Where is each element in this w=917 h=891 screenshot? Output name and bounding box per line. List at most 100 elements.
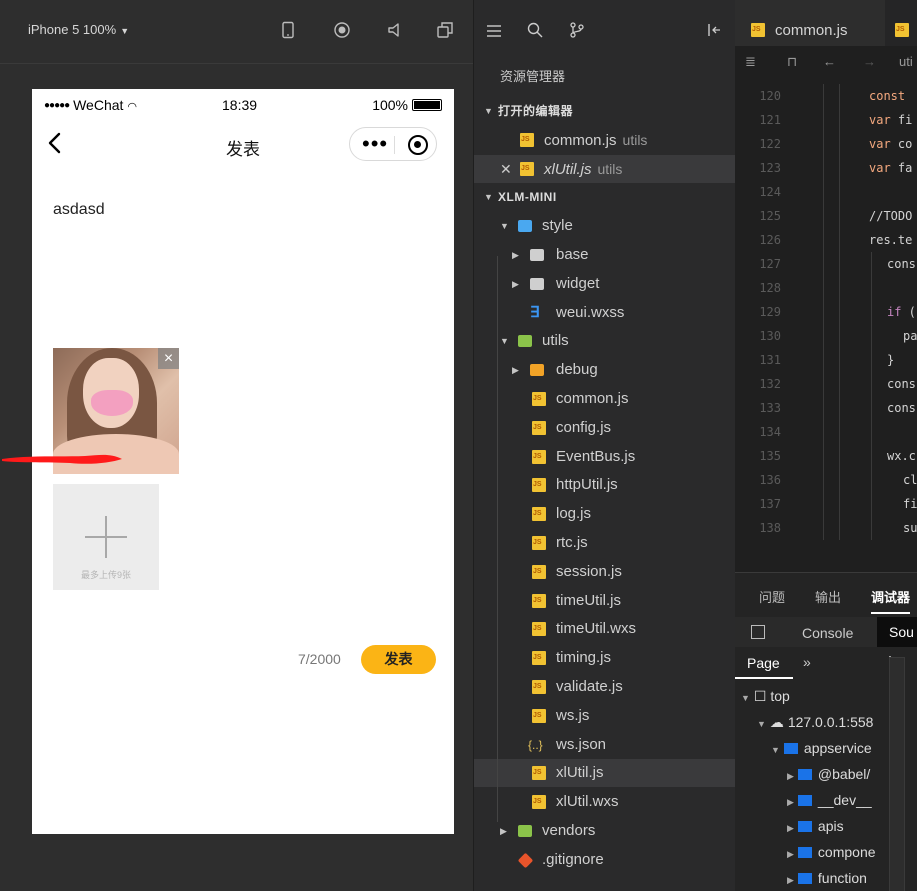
file-item[interactable]: httpUtil.js bbox=[474, 471, 736, 499]
chevron-down-icon: ▼ bbox=[120, 26, 130, 36]
code-line[interactable]: 127 cons bbox=[735, 252, 917, 276]
js-file-icon bbox=[532, 594, 546, 608]
tab-problems[interactable]: 问题 bbox=[759, 587, 785, 606]
tab-console[interactable]: Console bbox=[802, 625, 853, 641]
detach-window-icon[interactable] bbox=[435, 20, 455, 40]
file-item[interactable]: rtc.js bbox=[474, 529, 736, 557]
menu-capsule: ••• bbox=[349, 127, 437, 161]
file-item[interactable]: xlUtil.wxs bbox=[474, 788, 736, 816]
post-textarea[interactable]: asdasd bbox=[53, 201, 105, 219]
file-item[interactable]: timing.js bbox=[474, 644, 736, 672]
tree-folder[interactable]: ▶ function bbox=[787, 865, 867, 891]
list-icon[interactable] bbox=[486, 24, 502, 38]
code-line[interactable]: 134 bbox=[735, 420, 917, 444]
code-line[interactable]: 130 pa bbox=[735, 324, 917, 348]
code-line[interactable]: 138 su bbox=[735, 516, 917, 540]
inspect-icon[interactable] bbox=[751, 625, 765, 639]
code-line[interactable]: 122 var co bbox=[735, 132, 917, 156]
code-line[interactable]: 135 wx.c bbox=[735, 444, 917, 468]
record-icon[interactable] bbox=[332, 20, 352, 40]
file-item[interactable]: ws.js bbox=[474, 702, 736, 730]
file-item[interactable]: xlUtil.js bbox=[474, 759, 736, 787]
folder-utils[interactable]: ▼ utils bbox=[474, 327, 736, 355]
tree-appservice[interactable]: ▼ appservice bbox=[771, 735, 872, 761]
code-line[interactable]: 124 bbox=[735, 180, 917, 204]
code-line[interactable]: 126 res.te bbox=[735, 228, 917, 252]
tree-folder[interactable]: ▶ apis bbox=[787, 813, 844, 839]
tree-folder[interactable]: ▶ __dev__ bbox=[787, 787, 872, 813]
phone-icon[interactable] bbox=[278, 20, 298, 40]
code-line[interactable]: 125 //TODO bbox=[735, 204, 917, 228]
close-icon[interactable]: ✕ bbox=[500, 155, 512, 183]
tree-host[interactable]: ▼ ☁ 127.0.0.1:558 bbox=[757, 709, 873, 735]
more-tabs-icon[interactable]: » bbox=[803, 654, 811, 670]
breadcrumb-path[interactable]: uti bbox=[899, 54, 913, 69]
code-line[interactable]: 137 fi bbox=[735, 492, 917, 516]
file-item[interactable]: timeUtil.wxs bbox=[474, 615, 736, 643]
search-icon[interactable] bbox=[527, 22, 543, 38]
back-icon[interactable]: ← bbox=[823, 54, 836, 69]
folder-base[interactable]: ▶ base bbox=[474, 241, 736, 269]
folder-debug[interactable]: ▶ debug bbox=[474, 356, 736, 384]
indent-guide bbox=[839, 84, 840, 540]
file-item[interactable]: session.js bbox=[474, 558, 736, 586]
js-file-icon[interactable] bbox=[895, 23, 909, 37]
file-weui-wxss[interactable]: ∃ weui.wxss bbox=[474, 299, 736, 327]
file-gitignore[interactable]: .gitignore bbox=[474, 846, 736, 874]
code-line[interactable]: 131} bbox=[735, 348, 917, 372]
tree-top[interactable]: ▼ ☐ top bbox=[741, 683, 790, 709]
tab-output[interactable]: 输出 bbox=[815, 587, 841, 606]
file-item[interactable]: common.js bbox=[474, 385, 736, 413]
file-item[interactable]: timeUtil.js bbox=[474, 587, 736, 615]
add-photo-button[interactable]: 最多上传9张 bbox=[53, 484, 159, 590]
more-icon[interactable]: ••• bbox=[362, 133, 388, 155]
code-line[interactable]: 132 cons bbox=[735, 372, 917, 396]
collapse-panel-icon[interactable] bbox=[706, 23, 722, 37]
tab-page[interactable]: Page bbox=[747, 655, 780, 671]
code-line[interactable]: 133 cons bbox=[735, 396, 917, 420]
folder-icon bbox=[530, 278, 544, 290]
code-area[interactable]: 120 const 121 var fi 122 var co 123 var fa 124 1… bbox=[735, 84, 917, 572]
folder-style[interactable]: ▼ style bbox=[474, 212, 736, 240]
close-miniprogram-icon[interactable] bbox=[408, 135, 428, 155]
file-item[interactable]: EventBus.js bbox=[474, 443, 736, 471]
code-text: cons bbox=[887, 401, 916, 415]
code-line[interactable]: 128 bbox=[735, 276, 917, 300]
forward-icon[interactable]: → bbox=[863, 54, 876, 69]
folder-icon bbox=[518, 220, 532, 232]
volume-icon[interactable] bbox=[384, 20, 404, 40]
bookmark-icon[interactable]: ⊓ bbox=[787, 54, 797, 70]
file-item[interactable]: config.js bbox=[474, 414, 736, 442]
code-line[interactable]: 123 var fa bbox=[735, 156, 917, 180]
explorer-title: 资源管理器 bbox=[500, 69, 566, 84]
project-header[interactable]: ▼ XLM-MINI bbox=[474, 183, 736, 211]
devtools-panel: 问题 输出 调试器 Console Sou Page » ⋮ ▼☐ top ▼☁… bbox=[735, 572, 917, 891]
open-editors-header[interactable]: ▼ 打开的编辑器 bbox=[474, 97, 736, 125]
open-editor-item[interactable]: common.jsutils bbox=[474, 126, 736, 154]
tab-sources[interactable]: Sou bbox=[877, 617, 917, 647]
list-icon[interactable]: ≣ bbox=[745, 54, 756, 70]
code-line[interactable]: 121 var fi bbox=[735, 108, 917, 132]
code-line[interactable]: 120 const bbox=[735, 84, 917, 108]
tree-folder[interactable]: ▶ @babel/ bbox=[787, 761, 870, 787]
folder-vendors[interactable]: ▶ vendors bbox=[474, 817, 736, 845]
js-file-icon bbox=[532, 565, 546, 579]
line-number: 123 bbox=[759, 161, 781, 175]
line-number: 129 bbox=[759, 305, 781, 319]
tab-common-js[interactable]: common.js bbox=[735, 0, 885, 46]
file-item[interactable]: {..} ws.json bbox=[474, 731, 736, 759]
publish-button[interactable]: 发表 bbox=[361, 645, 436, 674]
file-item[interactable]: log.js bbox=[474, 500, 736, 528]
tree-folder[interactable]: ▶ compone bbox=[787, 839, 876, 865]
open-editor-item[interactable]: ✕ xlUtil.jsutils bbox=[474, 155, 736, 183]
source-control-icon[interactable] bbox=[569, 22, 585, 38]
device-selector[interactable]: iPhone 5 100% ▼ bbox=[28, 22, 129, 37]
code-line[interactable]: 129 if ( bbox=[735, 300, 917, 324]
file-item[interactable]: validate.js bbox=[474, 673, 736, 701]
js-file-icon bbox=[532, 450, 546, 464]
folder-widget[interactable]: ▶ widget bbox=[474, 270, 736, 298]
code-line[interactable]: 136 cl bbox=[735, 468, 917, 492]
line-number: 122 bbox=[759, 137, 781, 151]
remove-photo-icon[interactable]: × bbox=[158, 348, 179, 369]
tab-debugger[interactable]: 调试器 bbox=[871, 587, 911, 614]
